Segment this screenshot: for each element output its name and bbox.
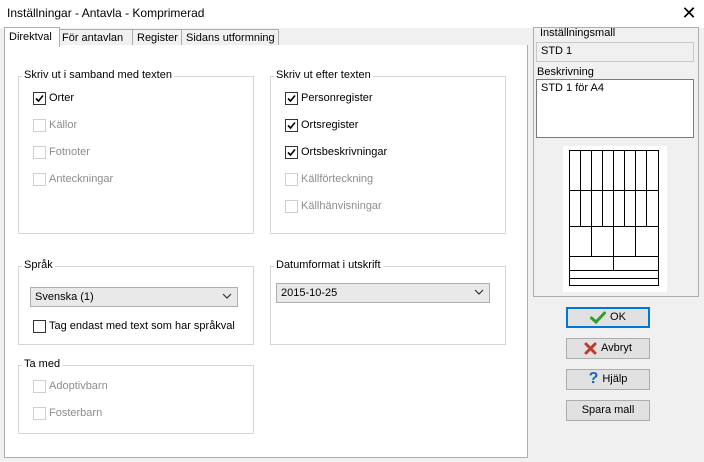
sprak-select-value: Svenska (1) (35, 291, 94, 303)
group-efter-label: Skriv ut efter texten (274, 69, 373, 82)
tab-register[interactable]: Register (132, 29, 183, 46)
datumformat-select[interactable]: 2015-10-25 (276, 283, 490, 303)
help-button[interactable]: ? Hjälp (566, 369, 650, 390)
question-icon: ? (588, 370, 599, 388)
group-samband-label: Skriv ut i samband med texten (22, 69, 174, 82)
ok-button-label: OK (610, 311, 626, 323)
description-field[interactable]: STD 1 för A4 (536, 79, 694, 138)
fosterbarn-label: Fosterbarn (49, 407, 103, 419)
ortsregister-checkbox[interactable] (285, 119, 298, 132)
kallhanvisningar-label: Källhänvisningar (301, 200, 382, 212)
orter-label: Orter (49, 92, 75, 104)
ortsbeskrivningar-label: Ortsbeskrivningar (301, 146, 388, 158)
page-preview (563, 146, 667, 292)
tab-direktval[interactable]: Direktval (4, 27, 60, 47)
adoptivbarn-label: Adoptivbarn (49, 380, 108, 392)
group-sprak-label: Språk (22, 259, 55, 272)
save-template-button[interactable]: Spara mall (566, 400, 650, 421)
sprakval-checkbox[interactable] (33, 320, 46, 333)
cancel-button-label: Avbryt (601, 342, 632, 354)
kallor-label: Källor (49, 119, 78, 131)
anteckningar-label: Anteckningar (49, 173, 114, 185)
datumformat-select-value: 2015-10-25 (281, 287, 338, 299)
kallforteckning-checkbox[interactable] (285, 173, 298, 186)
kallhanvisningar-checkbox[interactable] (285, 200, 298, 213)
adoptivbarn-checkbox[interactable] (33, 380, 46, 393)
save-template-button-label: Spara mall (581, 404, 635, 416)
help-button-label: Hjälp (602, 373, 628, 385)
cancel-button[interactable]: Avbryt (566, 338, 650, 359)
group-datum (270, 266, 506, 345)
ok-button[interactable]: OK (566, 307, 650, 328)
group-tamed-label: Ta med (22, 358, 63, 371)
description-label: Beskrivning (537, 66, 594, 78)
tab-sidans-utformning[interactable]: Sidans utformning (181, 29, 279, 46)
kallor-checkbox[interactable] (33, 119, 46, 132)
chevron-down-icon (474, 289, 484, 295)
checkmark-icon (590, 311, 607, 324)
tab-for-antavlan[interactable]: För antavlan (57, 29, 136, 46)
chevron-down-icon (222, 293, 232, 299)
personregister-label: Personregister (301, 92, 373, 104)
ortsbeskrivningar-checkbox[interactable] (285, 146, 298, 159)
template-value: STD 1 (536, 42, 694, 62)
anteckningar-checkbox[interactable] (33, 173, 46, 186)
template-label: Inställningsmall (540, 27, 616, 39)
window-title: Inställningar - Antavla - Komprimerad (7, 6, 205, 20)
kallforteckning-label: Källförteckning (301, 173, 374, 185)
group-tamed (18, 365, 254, 434)
personregister-checkbox[interactable] (285, 92, 298, 105)
ortsregister-label: Ortsregister (301, 119, 359, 131)
cross-icon (584, 342, 597, 355)
group-datum-label: Datumformat i utskrift (274, 259, 383, 272)
fotnoter-label: Fotnoter (49, 146, 90, 158)
fotnoter-checkbox[interactable] (33, 146, 46, 159)
sprakval-label: Tag endast med text som har språkval (49, 320, 235, 332)
page-layout-diagram (569, 150, 659, 286)
sprak-select[interactable]: Svenska (1) (30, 287, 238, 307)
close-icon[interactable]: ✕ (678, 2, 700, 24)
orter-checkbox[interactable] (33, 92, 46, 105)
fosterbarn-checkbox[interactable] (33, 407, 46, 420)
